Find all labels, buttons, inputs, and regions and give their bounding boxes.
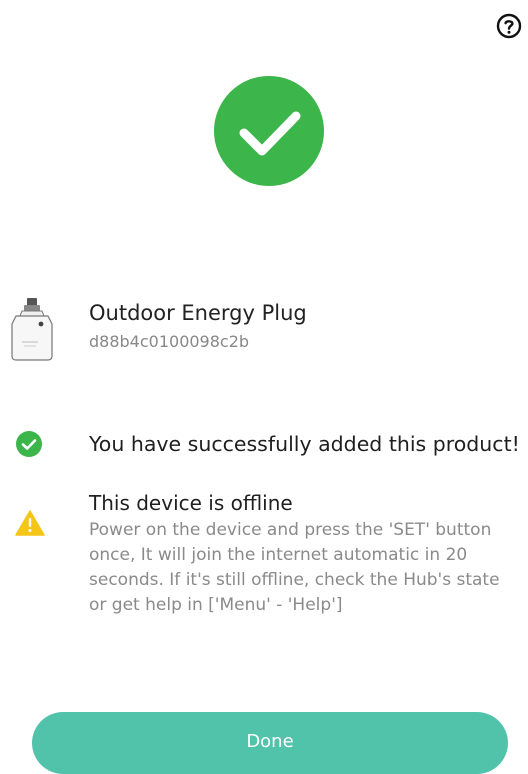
help-icon[interactable] [496,13,522,39]
device-id: d88b4c0100098c2b [89,332,250,351]
offline-description: Power on the device and press the 'SET' … [89,520,500,615]
offline-status: This device is offline Power on the devi… [0,488,528,638]
device-info: Outdoor Energy Plug d88b4c0100098c2b [0,290,528,370]
check-circle-icon [16,431,42,457]
success-check-icon [214,76,324,186]
offline-title: This device is offline [89,491,293,515]
device-name: Outdoor Energy Plug [89,301,307,325]
success-status: You have successfully added this product… [0,427,528,467]
success-message: You have successfully added this product… [89,432,520,456]
warning-icon [15,510,45,536]
smart-plug-icon [11,298,53,361]
done-button[interactable]: Done [32,712,508,774]
